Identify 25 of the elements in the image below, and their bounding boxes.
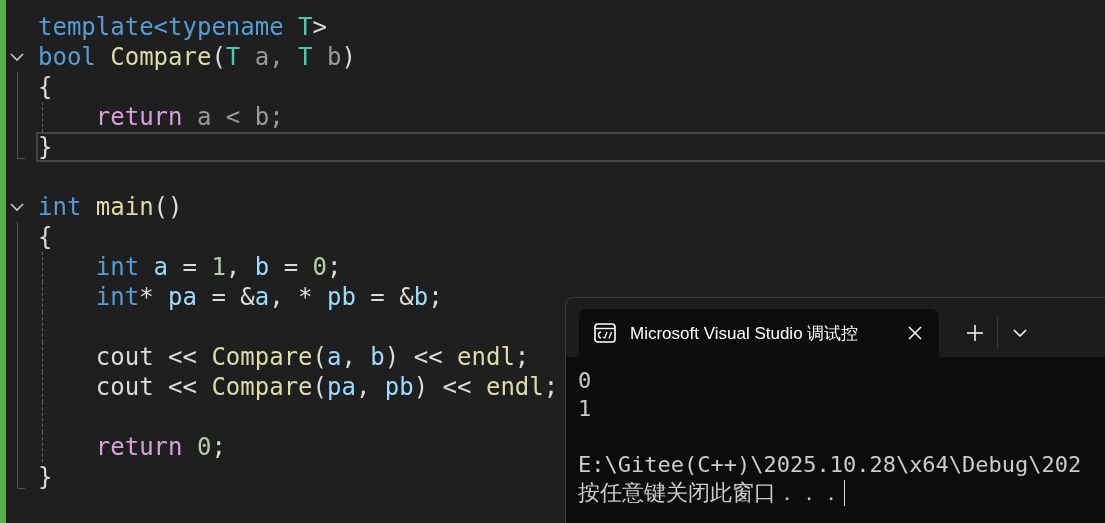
- terminal-icon: [594, 323, 616, 343]
- collapse-chevron-icon[interactable]: [8, 51, 26, 63]
- code-line: cout << Compare(pa, pb) << endl;: [94, 372, 559, 402]
- code-line: int a = 1, b = 0;: [94, 252, 342, 282]
- code-line: {: [38, 72, 53, 102]
- collapse-chevron-icon[interactable]: [8, 201, 26, 213]
- chevron-down-icon: [1013, 329, 1027, 337]
- code-line: template<typename T>: [38, 12, 327, 42]
- plus-icon: [967, 325, 983, 341]
- console-output-line: 1: [578, 395, 592, 423]
- code-line: bool Compare(T a, T b): [38, 42, 356, 72]
- tab-title: Microsoft Visual Studio 调试控: [630, 322, 860, 345]
- code-line: return 0;: [94, 432, 226, 462]
- code-line: int* pa = &a, * pb = &b;: [94, 282, 443, 312]
- code-line: cout << Compare(a, b) << endl;: [94, 342, 530, 372]
- code-line: return a < b;: [94, 102, 284, 132]
- close-icon: [908, 326, 922, 340]
- terminal-tab[interactable]: Microsoft Visual Studio 调试控: [579, 309, 939, 357]
- console-output-line: 0: [578, 367, 592, 395]
- code-line: }: [38, 462, 53, 492]
- console-output-line: E:\Gitee(C++)\2025.10.28\x64\Debug\202: [578, 451, 1082, 479]
- code-line: {: [38, 222, 53, 252]
- code-line: int main(): [38, 192, 183, 222]
- code-line: }: [38, 132, 53, 162]
- console-output-line: 按任意键关闭此窗口．．．: [578, 479, 842, 507]
